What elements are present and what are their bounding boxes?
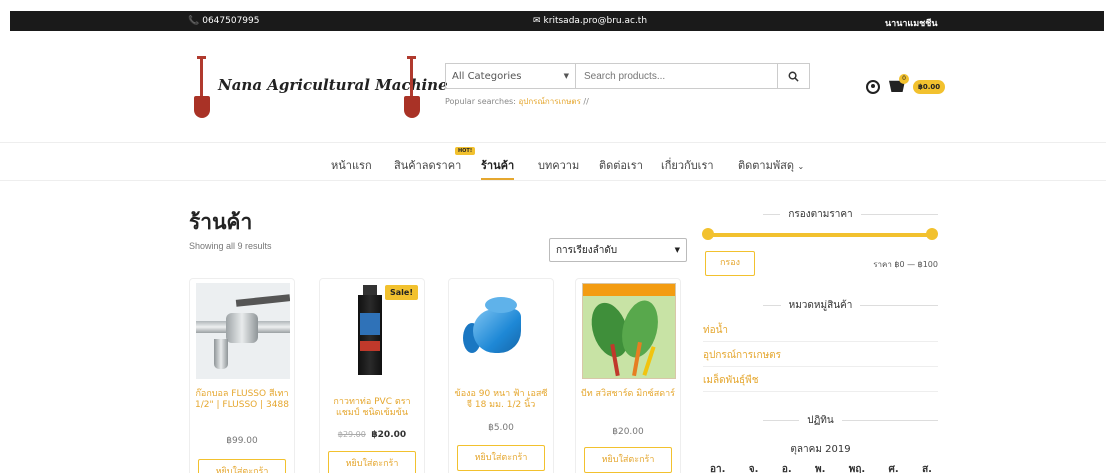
main-nav: หน้าแรก สินค้าลดราคา ร้านค้า บทความ ติดต…	[0, 156, 1106, 180]
site-user-name[interactable]: นานาแมชชีน	[885, 16, 938, 30]
categories-title: หมวดหมู่สินค้า	[703, 298, 938, 313]
product-image-seeds[interactable]	[582, 283, 676, 379]
price-filter-title-text: กรองตามราคา	[780, 209, 861, 220]
category-link[interactable]: ท่อน้ำ	[703, 324, 938, 342]
shovel-icon	[404, 56, 420, 120]
product-price-value: ฿5.00	[488, 423, 514, 433]
product-card[interactable]: ข้องอ 90 หนา ฟ้า เอสซีจี 18 มม. 1/2 นิ้ว…	[448, 278, 554, 473]
mail-icon: ✉	[533, 16, 541, 26]
caret-down-icon: ▼	[563, 72, 569, 80]
sale-badge: Sale!	[385, 285, 418, 300]
calendar-month: ตุลาคม 2019	[790, 444, 851, 455]
email-address: kritsada.pro@bru.ac.th	[543, 16, 648, 26]
category-link[interactable]: เมล็ดพันธุ์พืช	[703, 374, 938, 392]
price-range-label: ราคา ฿0 — ฿100	[873, 260, 938, 269]
account-icon[interactable]	[866, 80, 880, 94]
sort-select[interactable]: การเรียงลำดับ ▼	[549, 238, 687, 262]
product-name[interactable]: ก๊อกบอล FLUSSO สีเทา 1/2" | FLUSSO | 348…	[194, 389, 290, 411]
product-price: ฿20.00	[576, 427, 680, 437]
shovel-icon	[194, 56, 210, 120]
phone-icon: 📞	[188, 16, 200, 26]
popular-searches-separator: //	[583, 97, 589, 106]
product-price: ฿5.00	[449, 423, 553, 433]
product-price-value: ฿20.00	[371, 430, 407, 440]
popular-searches-label: Popular searches:	[445, 97, 516, 106]
product-price-value: ฿20.00	[612, 427, 644, 437]
phone-contact[interactable]: 📞 0647507995	[188, 16, 259, 26]
site-logo[interactable]: Nana Agricultural Machine	[192, 56, 448, 120]
cart-button[interactable]: 0 ฿0.00	[889, 74, 949, 96]
popular-search-link[interactable]: อุปกรณ์การเกษตร	[518, 97, 580, 106]
nav-item-contact[interactable]: ติดต่อเรา	[599, 156, 643, 174]
price-slider-track[interactable]	[703, 233, 934, 237]
nav-item-home[interactable]: หน้าแรก	[331, 156, 372, 174]
search-button[interactable]	[777, 64, 809, 88]
calendar-title-text: ปฏิทิน	[799, 415, 842, 426]
top-bar: 📞 0647507995 ✉ kritsada.pro@bru.ac.th นา…	[0, 0, 1106, 34]
nav-item-sale[interactable]: สินค้าลดราคา	[394, 156, 461, 174]
calendar-weekday: ส.	[922, 464, 932, 473]
nav-divider	[0, 142, 1106, 143]
categories-title-text: หมวดหมู่สินค้า	[780, 300, 861, 311]
nav-divider	[0, 180, 1106, 181]
results-count: Showing all 9 results	[189, 241, 272, 251]
search-icon	[788, 71, 799, 82]
add-to-cart-button[interactable]: หยิบใส่ตะกร้า	[328, 451, 416, 473]
add-to-cart-button[interactable]: หยิบใส่ตะกร้า	[457, 445, 545, 471]
top-bar-strip: 📞 0647507995 ✉ kritsada.pro@bru.ac.th นา…	[10, 11, 1104, 31]
product-name[interactable]: กาวทาท่อ PVC ตราแชมป์ ชนิดเข้มข้น	[324, 397, 420, 419]
price-filter-title: กรองตามราคา	[703, 207, 938, 222]
caret-down-icon: ▼	[674, 246, 680, 254]
cart-total: ฿0.00	[913, 80, 946, 94]
nav-item-about[interactable]: เกี่ยวกับเรา	[661, 156, 714, 174]
product-price-value: ฿99.00	[226, 436, 258, 446]
chevron-down-icon: ⌄	[797, 162, 805, 171]
product-image-elbow[interactable]	[455, 283, 549, 379]
nav-item-tracking[interactable]: ติดตามพัสดุ ⌄	[738, 156, 804, 174]
search-input[interactable]	[576, 64, 777, 88]
page-title: ร้านค้า	[189, 210, 253, 234]
category-select-value: All Categories	[452, 70, 522, 82]
product-price: ฿29.00 ฿20.00	[320, 430, 424, 440]
calendar-weekday: จ.	[748, 464, 759, 473]
add-to-cart-button[interactable]: หยิบใส่ตะกร้า	[584, 447, 672, 473]
cart-count-badge: 0	[899, 74, 909, 84]
sort-select-value: การเรียงลำดับ	[556, 244, 618, 256]
email-contact[interactable]: ✉ kritsada.pro@bru.ac.th	[533, 16, 647, 26]
add-to-cart-button[interactable]: หยิบใส่ตะกร้า	[198, 459, 286, 473]
category-select[interactable]: All Categories ▼	[446, 64, 576, 88]
calendar-weekdays: อา. จ. อ. พ. พฤ. ศ. ส.	[710, 462, 932, 473]
price-slider-min-handle[interactable]	[702, 228, 714, 240]
hot-badge: HOT!	[455, 147, 476, 155]
category-link[interactable]: อุปกรณ์การเกษตร	[703, 349, 938, 367]
product-card[interactable]: ก๊อกบอล FLUSSO สีเทา 1/2" | FLUSSO | 348…	[189, 278, 295, 473]
calendar-weekday: อ.	[781, 464, 792, 473]
product-name[interactable]: ข้องอ 90 หนา ฟ้า เอสซีจี 18 มม. 1/2 นิ้ว	[453, 389, 549, 411]
calendar-weekday: พฤ.	[848, 464, 866, 473]
nav-item-tracking-label: ติดตามพัสดุ	[738, 159, 794, 172]
price-slider-max-handle[interactable]	[926, 228, 938, 240]
product-image-faucet[interactable]	[196, 283, 290, 379]
calendar-weekday: ศ.	[888, 464, 899, 473]
popular-searches: Popular searches: อุปกรณ์การเกษตร //	[445, 95, 589, 108]
product-search: All Categories ▼	[445, 63, 810, 89]
product-old-price: ฿29.00	[337, 430, 366, 439]
product-card[interactable]: บีท สวิสชาร์ด มิกซ์สดาร์ ฿20.00 หยิบใส่ต…	[575, 278, 681, 473]
calendar-weekday: พ.	[814, 464, 826, 473]
filter-button[interactable]: กรอง	[705, 251, 755, 276]
product-name[interactable]: บีท สวิสชาร์ด มิกซ์สดาร์	[580, 389, 676, 400]
product-card[interactable]: Sale! กาวทาท่อ PVC ตราแชมป์ ชนิดเข้มข้น …	[319, 278, 425, 473]
product-price: ฿99.00	[190, 436, 294, 446]
phone-number: 0647507995	[202, 16, 260, 26]
nav-item-articles[interactable]: บทความ	[538, 156, 579, 174]
calendar-title: ปฏิทิน	[703, 413, 938, 428]
calendar-weekday: อา.	[710, 464, 726, 473]
nav-item-shop[interactable]: ร้านค้า	[481, 156, 515, 180]
